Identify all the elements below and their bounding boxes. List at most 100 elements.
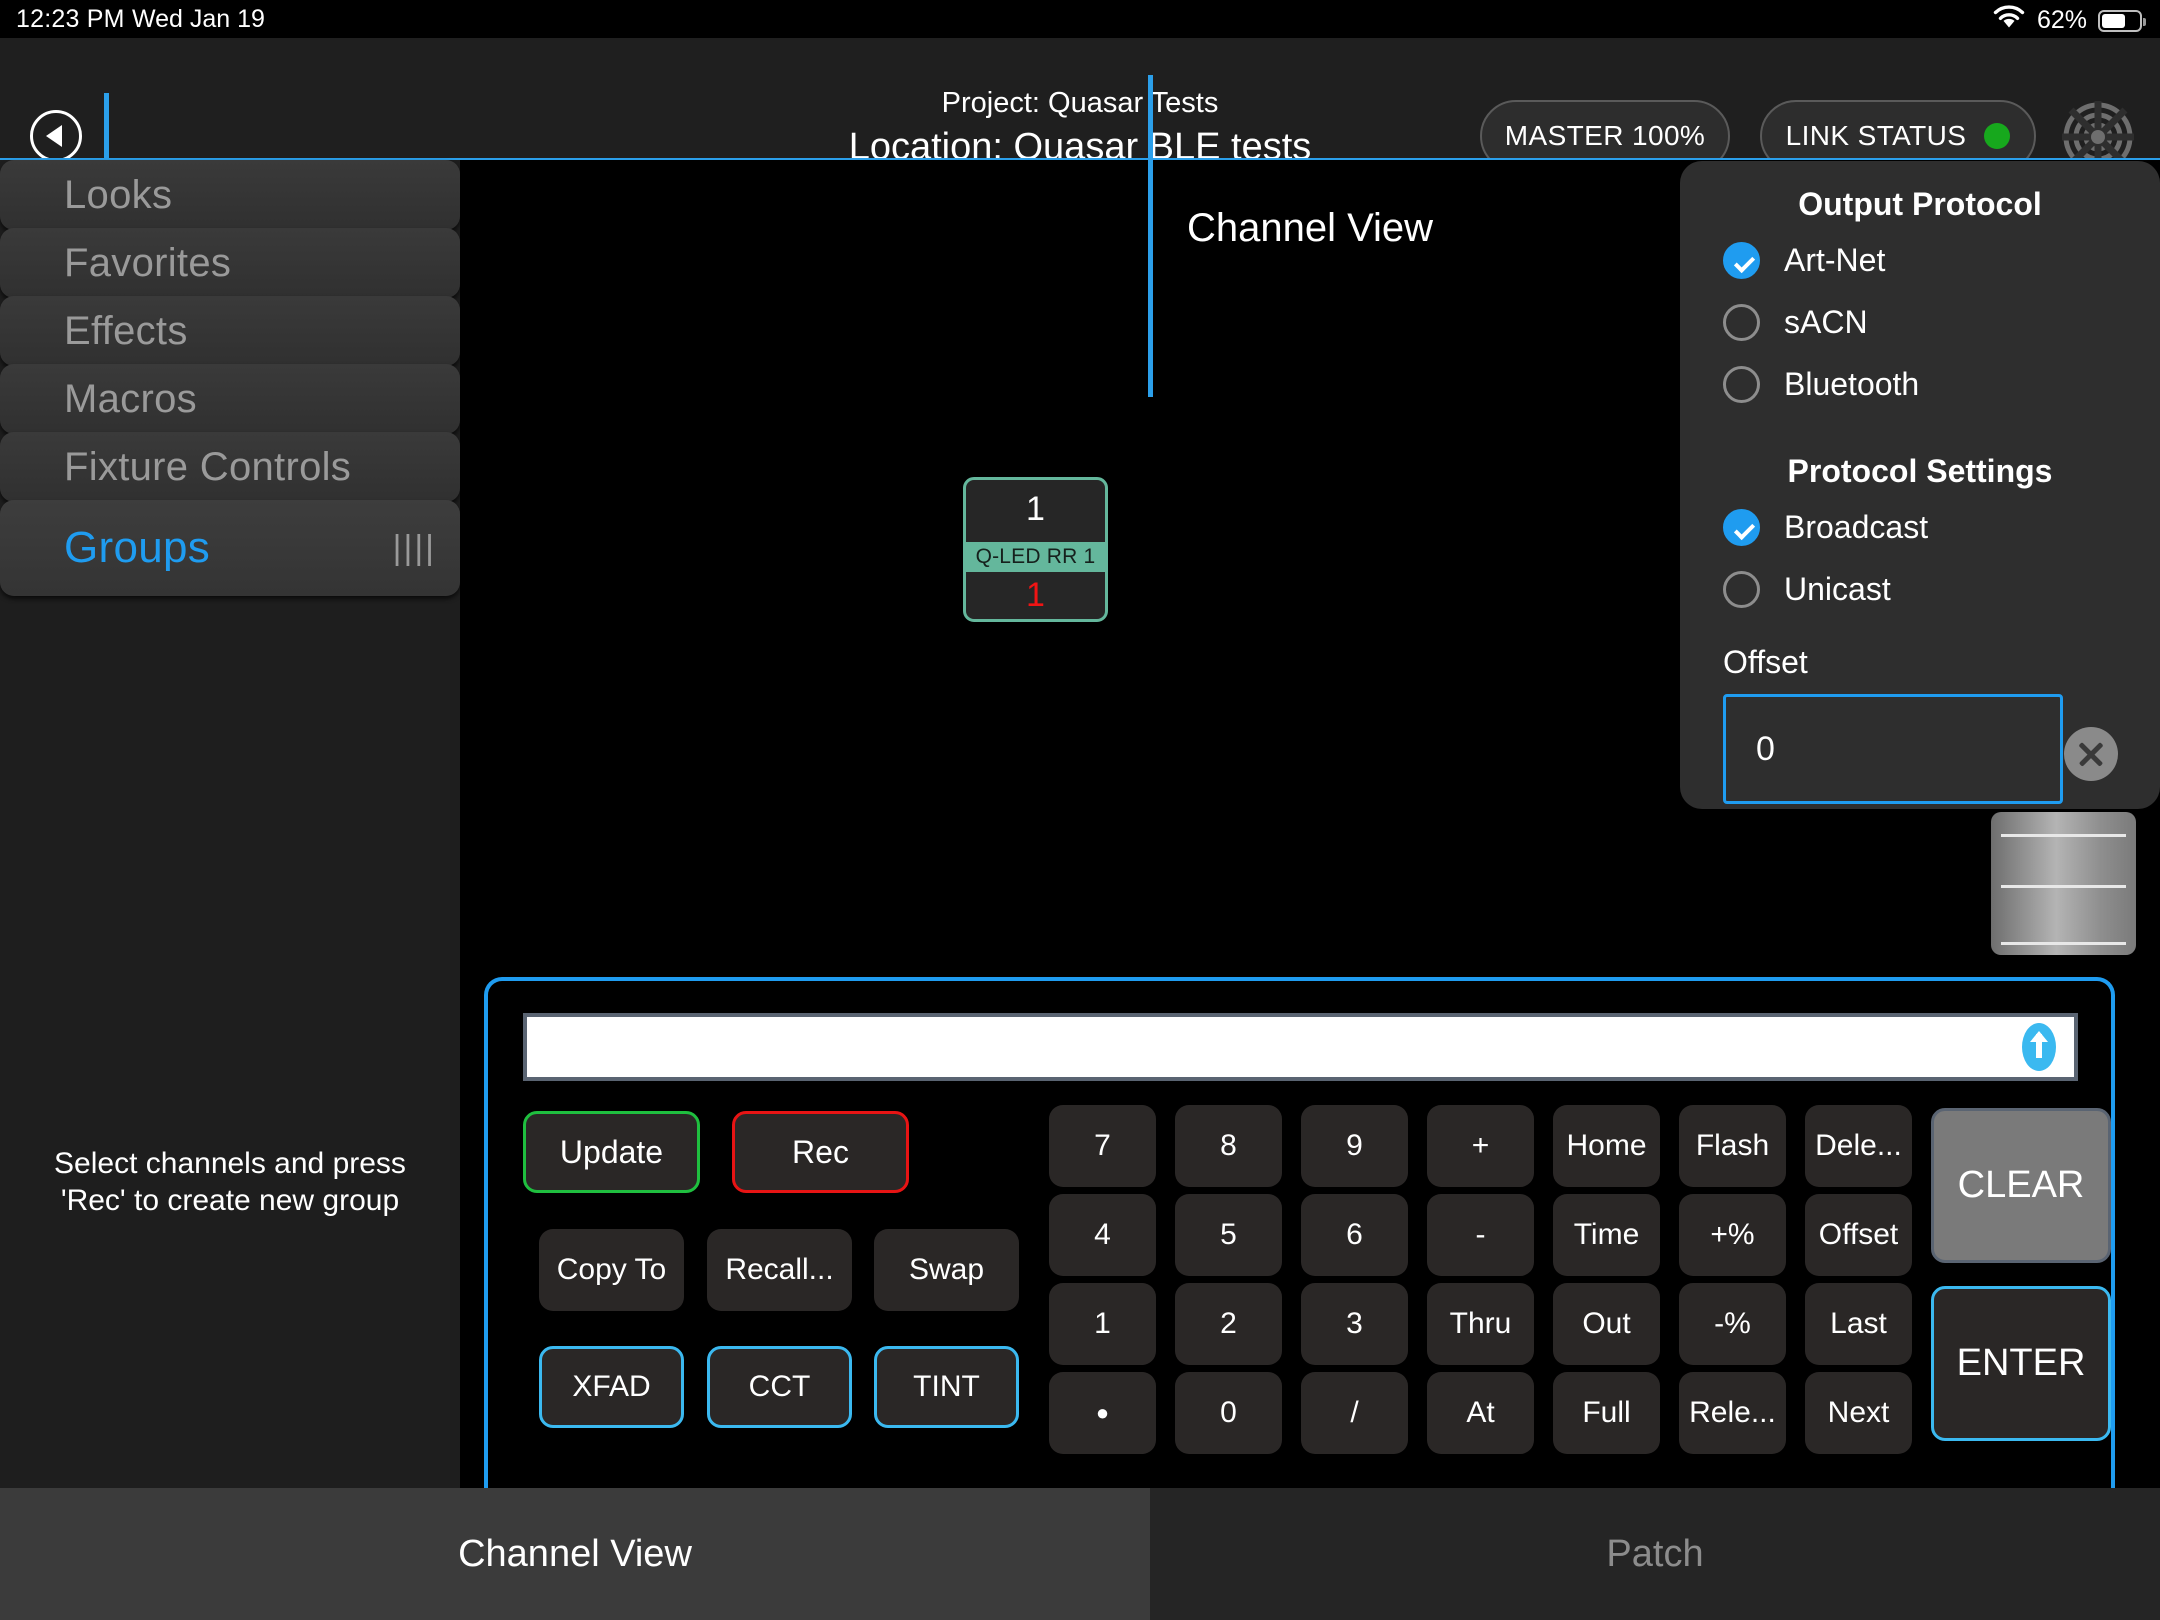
key-release[interactable]: Rele... [1679,1372,1786,1454]
option-label: sACN [1784,304,1868,341]
key-0[interactable]: 0 [1175,1372,1282,1454]
update-button[interactable]: Update [523,1111,700,1193]
master-fader-handle[interactable] [1991,812,2136,955]
tab-patch[interactable]: Patch [1150,1488,2160,1620]
xfad-button[interactable]: XFAD [539,1346,684,1428]
key-flash[interactable]: Flash [1679,1105,1786,1187]
hint-line-2: 'Rec' to create new group [0,1182,460,1219]
radio-unchecked-icon [1723,304,1760,341]
key-time[interactable]: Time [1553,1194,1660,1276]
output-protocol-popover: Output Protocol Art-Net sACN Bluetooth P… [1680,161,2160,809]
enter-button[interactable]: ENTER [1931,1286,2111,1441]
key-label: Dele... [1815,1129,1902,1163]
key-label: 4 [1094,1218,1111,1252]
key-2[interactable]: 2 [1175,1283,1282,1365]
protocol-option-bluetooth[interactable]: Bluetooth [1680,359,2160,409]
key-7[interactable]: 7 [1049,1105,1156,1187]
channel-value: 1 [966,576,1105,615]
clear-button[interactable]: CLEAR [1931,1108,2111,1263]
radio-unchecked-icon [1723,366,1760,403]
key-label: Rele... [1689,1396,1776,1430]
key-9[interactable]: 9 [1301,1105,1408,1187]
bottom-tabbar: Channel View Patch [0,1488,2160,1620]
sidebar-item-label: Effects [64,309,188,354]
popover-title: Output Protocol [1680,186,2160,223]
command-line-input[interactable] [523,1013,2078,1081]
key-last[interactable]: Last [1805,1283,1912,1365]
rec-button[interactable]: Rec [732,1111,909,1193]
key-label: 1 [1094,1307,1111,1341]
channel-number: 1 [966,490,1105,529]
tab-channel-view[interactable]: Channel View [0,1488,1150,1620]
drag-handle-icon[interactable]: |||| [393,531,436,565]
key-minus[interactable]: - [1427,1194,1534,1276]
key-plus-percent[interactable]: +% [1679,1194,1786,1276]
copy-to-button[interactable]: Copy To [539,1229,684,1311]
key-label: + [1472,1129,1490,1163]
key-out[interactable]: Out [1553,1283,1660,1365]
key-label: +% [1710,1218,1754,1252]
offset-value: 0 [1756,730,1775,769]
key-home[interactable]: Home [1553,1105,1660,1187]
offset-input[interactable]: 0 [1723,694,2063,804]
sidebar-item-looks[interactable]: Looks [0,160,460,230]
protocol-option-sacn[interactable]: sACN [1680,297,2160,347]
sidebar-item-label: Looks [64,173,172,218]
key-3[interactable]: 3 [1301,1283,1408,1365]
protocol-option-art-net[interactable]: Art-Net [1680,235,2160,285]
close-icon[interactable] [2064,727,2118,781]
key-1[interactable]: 1 [1049,1283,1156,1365]
key-label: Next [1828,1396,1890,1430]
key-label: -% [1714,1307,1751,1341]
send-up-icon[interactable] [2022,1023,2056,1071]
sidebar-item-label: Macros [64,377,197,422]
sidebar-item-label: Fixture Controls [64,445,351,490]
sidebar-item-effects[interactable]: Effects [0,296,460,366]
setting-option-broadcast[interactable]: Broadcast [1680,502,2160,552]
option-label: Bluetooth [1784,366,1919,403]
key-label: Full [1582,1396,1630,1430]
key-4[interactable]: 4 [1049,1194,1156,1276]
sidebar-item-groups[interactable]: Groups |||| [0,500,460,596]
key-at[interactable]: At [1427,1372,1534,1454]
key-full[interactable]: Full [1553,1372,1660,1454]
radio-checked-icon [1723,509,1760,546]
key-plus[interactable]: + [1427,1105,1534,1187]
button-label: CLEAR [1958,1164,2085,1207]
sidebar-item-favorites[interactable]: Favorites [0,228,460,298]
key-thru[interactable]: Thru [1427,1283,1534,1365]
button-label: Update [560,1134,663,1171]
key-dot[interactable]: ● [1049,1372,1156,1454]
radio-checked-icon [1723,242,1760,279]
key-offset[interactable]: Offset [1805,1194,1912,1276]
offset-label: Offset [1723,644,2160,681]
key-next[interactable]: Next [1805,1372,1912,1454]
link-status-label: LINK STATUS [1786,120,1967,152]
ios-status-bar: 12:23 PM Wed Jan 19 62% [0,0,2160,38]
key-5[interactable]: 5 [1175,1194,1282,1276]
hint-line-1: Select channels and press [0,1145,460,1182]
channel-tile[interactable]: 1 Q-LED RR 1 1 [963,477,1108,622]
option-label: Unicast [1784,571,1891,608]
key-slash[interactable]: / [1301,1372,1408,1454]
button-label: TINT [913,1370,980,1404]
key-minus-percent[interactable]: -% [1679,1283,1786,1365]
key-8[interactable]: 8 [1175,1105,1282,1187]
button-label: Rec [792,1134,849,1171]
sidebar-item-macros[interactable]: Macros [0,364,460,434]
cct-button[interactable]: CCT [707,1346,852,1428]
sidebar-item-fixture-controls[interactable]: Fixture Controls [0,432,460,502]
app-root: 12:23 PM Wed Jan 19 62% Project: Quasar … [0,0,2160,1620]
tint-button[interactable]: TINT [874,1346,1019,1428]
recall-button[interactable]: Recall... [707,1229,852,1311]
tab-label: Patch [1606,1533,1703,1576]
status-right-cluster: 62% [1992,4,2142,37]
key-6[interactable]: 6 [1301,1194,1408,1276]
swap-button[interactable]: Swap [874,1229,1019,1311]
sidebar-hint-text: Select channels and press 'Rec' to creat… [0,1145,460,1219]
key-delete[interactable]: Dele... [1805,1105,1912,1187]
command-keypad-panel: Update Rec Copy To Recall... Swap XFAD C… [484,977,2115,1498]
key-label: Last [1830,1307,1887,1341]
tab-label: Channel View [458,1533,692,1576]
setting-option-unicast[interactable]: Unicast [1680,564,2160,614]
